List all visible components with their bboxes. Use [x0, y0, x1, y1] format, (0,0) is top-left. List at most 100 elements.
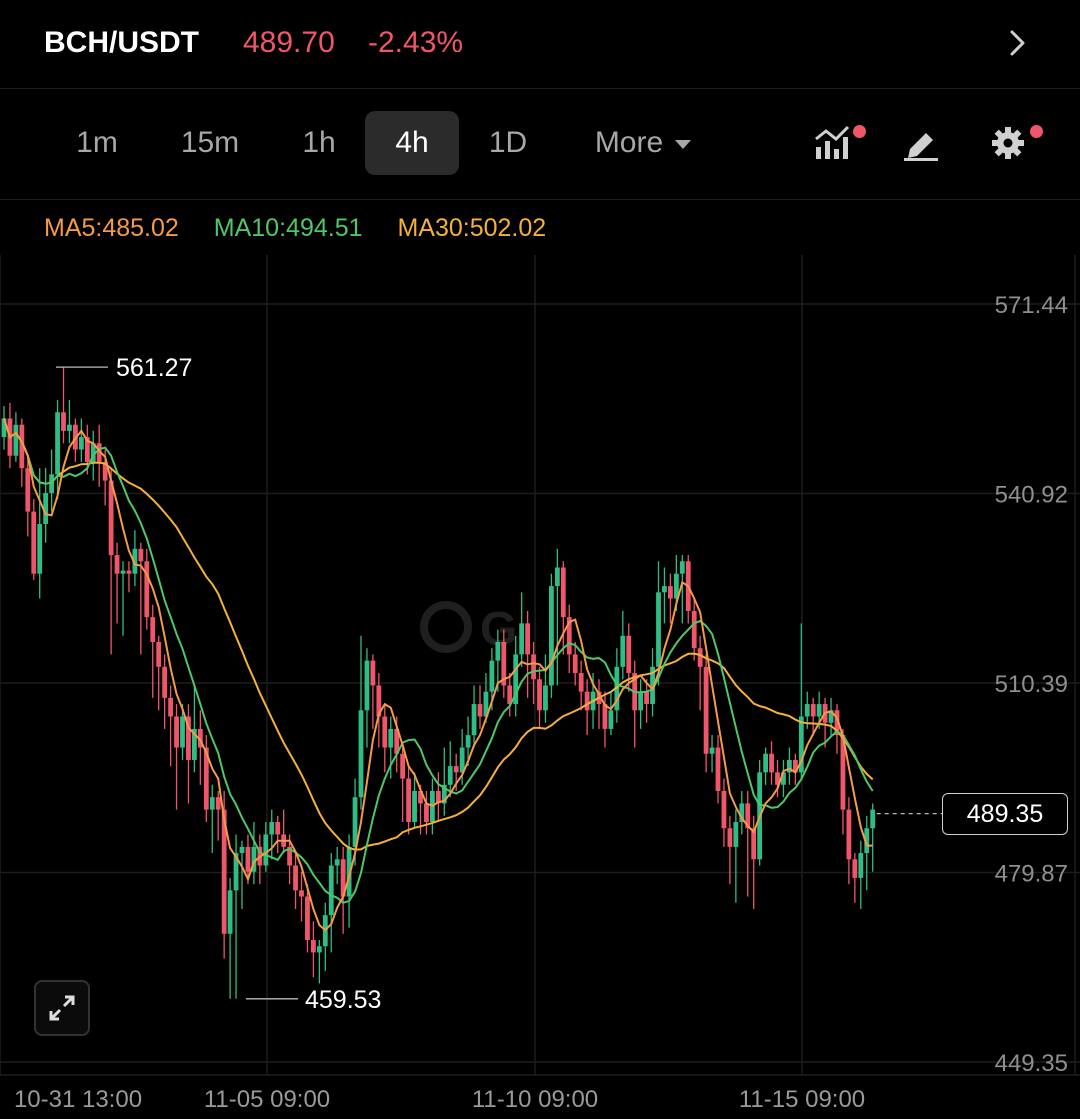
candle-body — [78, 437, 84, 450]
candle-body — [531, 654, 536, 680]
candle-body — [727, 828, 733, 847]
candle-body — [525, 623, 530, 655]
candle-body — [519, 623, 525, 655]
candle-body — [215, 797, 221, 810]
candle-body — [697, 648, 703, 667]
candle-body — [144, 561, 150, 618]
candle-body — [489, 660, 495, 692]
candle-body — [870, 809, 876, 829]
candle-body — [638, 691, 644, 711]
candle-body — [364, 660, 370, 711]
candle-body — [846, 809, 852, 860]
candle-body — [537, 679, 542, 711]
candle-body — [572, 654, 578, 674]
candle-body — [382, 716, 388, 748]
candle-body — [180, 716, 185, 748]
price-axis-label: 449.35 — [995, 1050, 1068, 1077]
candle-body — [108, 480, 114, 556]
candle-body — [406, 778, 411, 823]
candle-body — [709, 747, 715, 754]
price-axis-label: 510.39 — [995, 671, 1068, 698]
candle-body — [477, 704, 483, 717]
candle-body — [358, 710, 364, 798]
candle-body — [293, 865, 298, 891]
candle-body — [816, 704, 822, 717]
candle-body — [55, 412, 60, 475]
candle-body — [209, 797, 215, 810]
candle-body — [447, 766, 453, 785]
time-axis-label: 10-31 13:00 — [14, 1086, 142, 1113]
candle-body — [721, 790, 727, 829]
candle-body — [156, 641, 162, 667]
candle-body — [316, 946, 322, 953]
candle-body — [67, 424, 72, 431]
candle-body — [608, 710, 614, 729]
candle-body — [763, 753, 768, 773]
candle-body — [263, 834, 269, 866]
candle-body — [239, 846, 245, 854]
candle-body — [388, 728, 394, 748]
candle-body — [644, 691, 649, 705]
candle-body — [245, 846, 251, 872]
candle-body — [13, 424, 19, 456]
low-price-label: 459.53 — [305, 986, 381, 1014]
candle-body — [584, 691, 590, 711]
candle-body — [810, 704, 816, 717]
candle-body — [453, 766, 459, 773]
candle-body — [370, 660, 376, 686]
expand-icon — [49, 995, 75, 1021]
candle-body — [61, 412, 66, 431]
candle-body — [328, 865, 334, 916]
candle-body — [25, 468, 31, 512]
candle-body — [733, 822, 739, 847]
last-price-marker: 489.35 — [942, 792, 1068, 835]
candle-body — [602, 704, 608, 729]
candle-body — [114, 555, 120, 574]
candle-body — [138, 548, 144, 562]
candle-body — [174, 716, 179, 748]
candle-body — [31, 511, 37, 574]
candle-body — [691, 610, 697, 649]
fullscreen-button[interactable] — [34, 980, 90, 1036]
candle-body — [305, 896, 310, 941]
candle-body — [679, 561, 685, 574]
candle-body — [549, 586, 554, 686]
candle-body — [858, 853, 864, 878]
candle-body — [668, 586, 673, 599]
candle-body — [275, 822, 281, 835]
candle-body — [465, 735, 471, 748]
candle-body — [227, 890, 233, 934]
candle-body — [424, 803, 429, 823]
candle-body — [150, 617, 156, 642]
candle-body — [495, 641, 501, 661]
candle-body — [269, 822, 275, 835]
candle-body — [400, 753, 406, 779]
price-axis-label: 540.92 — [995, 481, 1068, 508]
candle-body — [715, 747, 721, 791]
candlestick-chart[interactable]: G 561.27459.53 571.44540.92510.39479.874… — [0, 0, 1080, 1119]
candle-body — [168, 697, 173, 717]
candle-body — [703, 666, 709, 754]
candle-body — [334, 859, 340, 866]
candle-body — [554, 567, 560, 587]
candle-body — [852, 859, 858, 878]
ma5-line — [3, 418, 873, 932]
candle-body — [311, 940, 316, 953]
candle-body — [662, 586, 667, 593]
high-price-label: 561.27 — [116, 354, 192, 382]
time-axis-label: 11-10 09:00 — [472, 1086, 598, 1113]
candle-body — [471, 704, 477, 736]
candle-body — [543, 685, 548, 711]
candle-body — [412, 790, 417, 823]
time-axis-label: 11-15 09:00 — [739, 1086, 865, 1113]
candle-body — [578, 673, 584, 692]
candle-body — [769, 753, 774, 773]
time-axis-label: 11-05 09:00 — [204, 1086, 330, 1113]
price-axis-label: 571.44 — [995, 292, 1068, 319]
candle-body — [299, 890, 304, 897]
candle-body — [120, 570, 126, 574]
candle-body — [560, 567, 566, 618]
candle-body — [162, 666, 168, 698]
candle-body — [37, 524, 43, 574]
candle-body — [126, 570, 132, 574]
